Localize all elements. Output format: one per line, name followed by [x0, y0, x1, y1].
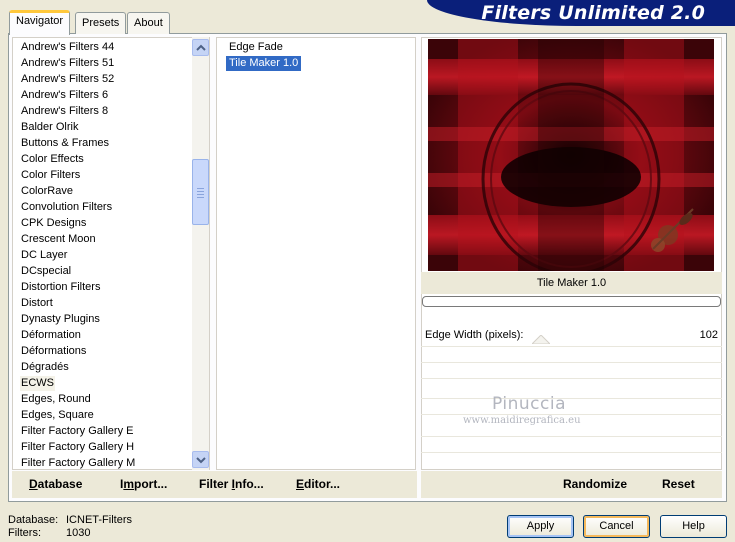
help-button[interactable]: Help [660, 515, 727, 538]
preview-image [428, 39, 714, 271]
database-button[interactable]: Database [29, 477, 82, 491]
import-hotkey: m [123, 477, 135, 491]
filter-info-label: nfo... [235, 477, 264, 491]
category-item[interactable]: Filter Factory Gallery M [20, 456, 136, 469]
scroll-thumb[interactable] [192, 159, 209, 225]
filter-info-button[interactable]: Filter Info... [199, 477, 264, 491]
chevron-down-icon [196, 457, 206, 464]
category-item[interactable]: Dynasty Plugins [20, 312, 101, 327]
category-item[interactable]: Andrew's Filters 44 [20, 40, 115, 55]
database-status-label: Database: [8, 514, 59, 526]
database-label: atabase [37, 477, 83, 491]
chevron-up-icon [196, 44, 206, 51]
editor-button[interactable]: Editor... [296, 477, 340, 491]
tab-about[interactable]: About [127, 12, 170, 34]
category-item[interactable]: Color Filters [20, 168, 81, 183]
randomize-button[interactable]: Randomize [563, 477, 627, 491]
editor-label: ditor... [304, 477, 341, 491]
scroll-down-button[interactable] [192, 451, 209, 468]
preview-artwork [428, 39, 714, 271]
edge-width-label: Edge Width (pixels): [425, 329, 524, 341]
category-item[interactable]: Andrew's Filters 6 [20, 88, 109, 103]
category-item[interactable]: Filter Factory Gallery E [20, 424, 134, 439]
import-button[interactable]: Import... [120, 477, 167, 491]
category-item[interactable]: Dégradés [20, 360, 70, 375]
category-item[interactable]: Filter Factory Gallery H [20, 440, 135, 455]
param-row-empty [421, 452, 722, 468]
param-row-empty [421, 362, 722, 378]
grip-line [197, 191, 204, 192]
category-scrollbar[interactable] [192, 37, 209, 470]
filter-list[interactable]: Edge Fade Tile Maker 1.0 [216, 37, 416, 470]
category-item[interactable]: Déformations [20, 344, 87, 359]
watermark-name: Pinuccia [492, 394, 566, 414]
category-item[interactable]: DC Layer [20, 248, 68, 263]
tab-navigator[interactable]: Navigator [9, 10, 71, 35]
param-row-empty [421, 398, 722, 414]
edge-width-value[interactable]: 102 [690, 329, 718, 341]
param-row-empty [421, 436, 722, 452]
category-item[interactable]: ColorRave [20, 184, 74, 199]
category-item[interactable]: Andrew's Filters 52 [20, 72, 115, 87]
category-item[interactable]: Andrew's Filters 8 [20, 104, 109, 119]
filter-item-selected[interactable]: Tile Maker 1.0 [226, 56, 302, 71]
category-item-selected[interactable]: ECWS [20, 376, 55, 391]
import-label: port... [134, 477, 168, 491]
reset-button[interactable]: Reset [662, 477, 695, 491]
filters-count-label: Filters: [8, 527, 41, 539]
category-item[interactable]: Distortion Filters [20, 280, 101, 295]
slider-pointer-icon[interactable] [532, 335, 550, 344]
category-item[interactable]: Color Effects [20, 152, 85, 167]
param-row-empty [421, 346, 722, 362]
preview-caption: Tile Maker 1.0 [421, 272, 722, 294]
category-item[interactable]: Balder Olrik [20, 120, 79, 135]
watermark-url: www.maidiregrafica.eu [463, 415, 581, 426]
category-item[interactable]: Distort [20, 296, 54, 311]
app-title: Filters Unlimited 2.0 [481, 2, 705, 24]
database-status-value: ICNET-Filters [66, 514, 132, 526]
filter-item[interactable]: Edge Fade [226, 40, 286, 55]
category-item[interactable]: CPK Designs [20, 216, 87, 231]
category-item[interactable]: Edges, Round [20, 392, 92, 407]
category-item[interactable]: Crescent Moon [20, 232, 97, 247]
progress-bar [422, 296, 721, 307]
editor-hotkey: E [296, 477, 305, 491]
category-item[interactable]: Déformation [20, 328, 82, 343]
grip-line [197, 194, 204, 195]
category-list[interactable]: Andrew's Filters 44 Andrew's Filters 51 … [12, 37, 210, 470]
grip-line [197, 197, 204, 198]
tab-presets[interactable]: Presets [75, 12, 127, 34]
database-hotkey: D [29, 477, 38, 491]
cancel-button[interactable]: Cancel [583, 515, 650, 538]
grip-line [197, 188, 204, 189]
category-item[interactable]: Convolution Filters [20, 200, 113, 215]
tab-presets-label: Presets [82, 17, 120, 29]
category-item[interactable]: Edges, Square [20, 408, 95, 423]
category-item[interactable]: DCspecial [20, 264, 72, 279]
param-row-empty [421, 378, 722, 394]
filter-info-label-pre: Filter [199, 477, 232, 491]
category-item[interactable]: Andrew's Filters 51 [20, 56, 115, 71]
title-banner: Filters Unlimited 2.0 [427, 0, 735, 26]
filters-count-value: 1030 [66, 527, 91, 539]
apply-button[interactable]: Apply [507, 515, 574, 538]
category-item[interactable]: Buttons & Frames [20, 136, 110, 151]
scroll-up-button[interactable] [192, 39, 209, 56]
tab-about-label: About [134, 17, 163, 29]
tab-navigator-label: Navigator [16, 15, 64, 27]
